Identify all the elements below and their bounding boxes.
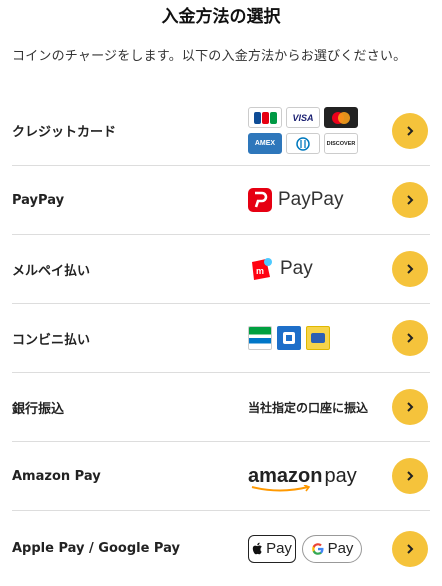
merpay-logo: m Pay [248, 256, 378, 282]
method-label: メルペイ払い [12, 263, 91, 279]
amazon-smile-icon [251, 484, 311, 491]
svg-text:m: m [256, 266, 264, 276]
lawson-logo [277, 326, 301, 350]
bank-transfer-note: 当社指定の口座に振込 [248, 399, 378, 416]
method-row-konbini[interactable]: コンビニ払い [12, 304, 430, 373]
amex-logo: AMEX [248, 133, 282, 154]
method-row-paypay[interactable]: PayPay PayPay [12, 166, 430, 235]
chevron-right-icon [407, 543, 414, 554]
discover-logo: DISCOVER [324, 133, 358, 154]
intro-text: コインのチャージをします。以下の入金方法からお選びください。 [12, 49, 407, 64]
method-label: コンビニ払い [12, 332, 91, 348]
google-g-icon [311, 542, 324, 555]
select-konbini-button[interactable] [392, 320, 428, 356]
method-row-merpay[interactable]: メルペイ払い m Pay [12, 235, 430, 304]
apple-icon [252, 542, 262, 555]
select-merpay-button[interactable] [392, 251, 428, 287]
konbini-logos [248, 326, 378, 350]
wallet-logos: Pay Pay [248, 534, 378, 563]
chevron-right-icon [407, 264, 414, 274]
method-label: 銀行振込 [12, 401, 65, 417]
method-row-bank-transfer[interactable]: 銀行振込 当社指定の口座に振込 [12, 373, 430, 442]
method-row-apple-google-pay[interactable]: Apple Pay / Google Pay Pay Pay [12, 511, 430, 586]
familymart-logo [248, 326, 272, 350]
select-paypay-button[interactable] [392, 182, 428, 218]
page-title: 入金方法の選択 [161, 7, 281, 27]
amazon-pay-logo: amazon pay [248, 464, 378, 491]
select-credit-card-button[interactable] [392, 112, 428, 149]
method-row-credit-card[interactable]: クレジットカード VISA AMEX DISCOVER [12, 96, 430, 166]
method-label: クレジットカード [12, 125, 117, 140]
method-label: Apple Pay / Google Pay [12, 541, 180, 556]
google-pay-badge: Pay [302, 534, 362, 563]
google-pay-text: Pay [327, 540, 354, 557]
merpay-wordmark: Pay [280, 258, 313, 279]
bank-transfer-text: 当社指定の口座に振込 [248, 400, 369, 415]
method-label: Amazon Pay [12, 468, 101, 484]
select-amazon-pay-button[interactable] [392, 458, 428, 494]
payment-method-list: クレジットカード VISA AMEX DISCOVER PayPay PayPa… [12, 96, 430, 586]
amazon-wordmark: amazon [248, 464, 323, 487]
merpay-mark-icon: m [252, 258, 272, 280]
diners-logo [286, 133, 320, 154]
select-bank-transfer-button[interactable] [392, 389, 428, 425]
method-label: PayPay [12, 192, 65, 208]
chevron-right-icon [407, 333, 414, 343]
amazon-pay-wordmark: pay [324, 464, 357, 487]
method-row-amazon-pay[interactable]: Amazon Pay amazon pay [12, 442, 430, 511]
payment-method-page: 入金方法の選択 コインのチャージをします。以下の入金方法からお選びください。 ク… [0, 0, 442, 573]
chevron-right-icon [407, 195, 414, 205]
apple-pay-text: Pay [266, 540, 292, 557]
visa-logo: VISA [286, 107, 320, 128]
chevron-right-icon [407, 471, 414, 481]
paypay-wordmark: PayPay [278, 189, 344, 210]
apple-pay-badge: Pay [248, 534, 296, 563]
ministop-logo [306, 326, 330, 350]
paypay-mark-icon [248, 188, 272, 212]
select-apple-google-pay-button[interactable] [392, 530, 428, 567]
jcb-logo [248, 107, 282, 128]
card-brands-logo: VISA AMEX DISCOVER [248, 107, 378, 154]
mastercard-logo [324, 107, 358, 128]
paypay-logo: PayPay [248, 188, 378, 212]
chevron-right-icon [407, 402, 414, 412]
chevron-right-icon [407, 125, 414, 136]
